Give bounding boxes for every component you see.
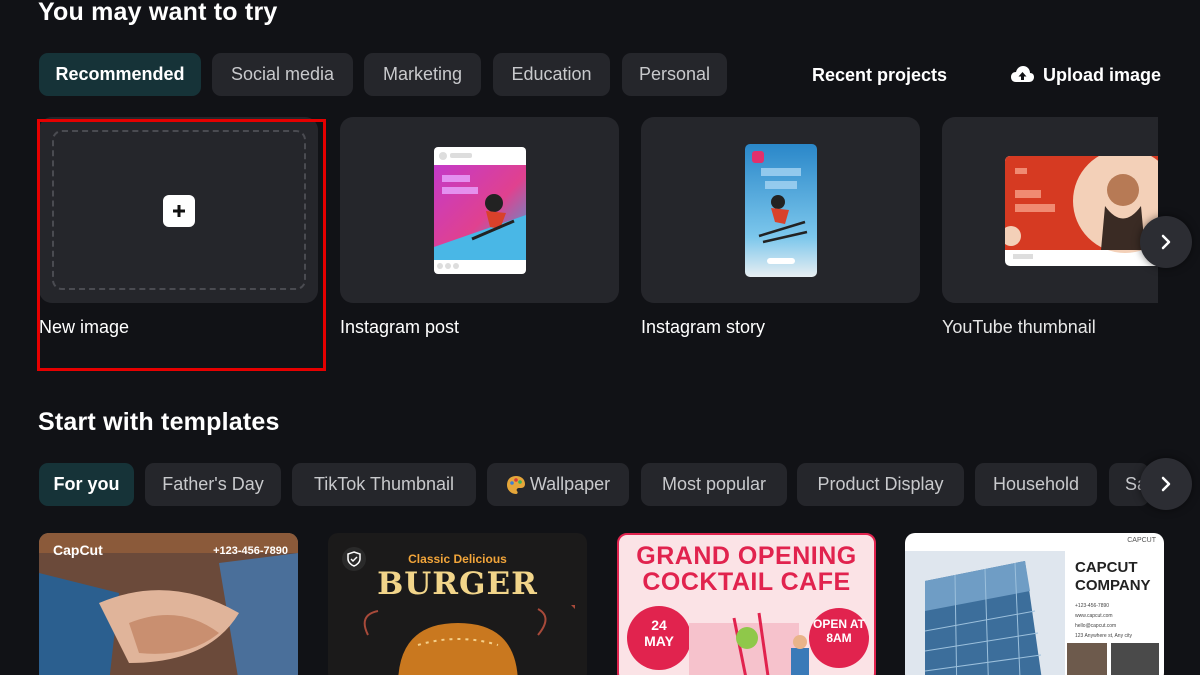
chevron-right-icon xyxy=(1159,233,1173,251)
section-title-try: You may want to try xyxy=(38,0,278,26)
company-info-line: hello@capcut.com xyxy=(1075,623,1117,629)
upload-image-button[interactable]: Upload image xyxy=(1010,60,1161,90)
card-label-youtube-thumbnail: YouTube thumbnail xyxy=(942,317,1096,337)
company-info-line: 123 Anywhere st, Any city xyxy=(1075,633,1132,639)
cafe-line2: COCKTAIL CAFE xyxy=(642,568,851,596)
template-card-burger[interactable]: Classic Delicious BURGER xyxy=(328,533,587,675)
instagram-post-card[interactable] xyxy=(340,117,619,303)
recent-projects-link[interactable]: Recent projects xyxy=(812,60,947,90)
tab-marketing[interactable]: Marketing xyxy=(364,53,481,96)
office-building-photo xyxy=(905,551,1065,675)
burger-subtitle: Classic Delicious xyxy=(408,552,507,566)
tab-social-media[interactable]: Social media xyxy=(212,53,353,96)
tab-recommended[interactable]: Recommended xyxy=(39,53,201,96)
template-tabs-next-button[interactable] xyxy=(1140,458,1192,510)
template-card-capcut-team[interactable]: CapCut +123-456-7890 xyxy=(39,533,298,675)
template-tab-for-you[interactable]: For you xyxy=(39,463,134,506)
template-card-cocktail-cafe[interactable]: GRAND OPENING COCKTAIL CAFE 24 MAY OPEN … xyxy=(617,533,876,675)
template-tab-tiktok-thumbnail[interactable]: TikTok Thumbnail xyxy=(292,463,476,506)
company-info: +123-456-7890 www.capcut.com hello@capcu… xyxy=(1075,601,1132,641)
company-thumb-photo xyxy=(1067,643,1107,675)
carousel-next-button[interactable] xyxy=(1140,216,1192,268)
capcut-logo-text: CapCut xyxy=(53,542,103,558)
instagram-story-card[interactable] xyxy=(641,117,920,303)
highlight-box xyxy=(37,119,326,371)
company-info-line: +123-456-7890 xyxy=(1075,603,1110,609)
template-tab-fathers-day[interactable]: Father's Day xyxy=(145,463,281,506)
card-label-instagram-story: Instagram story xyxy=(641,317,766,337)
template-card-capcut-company[interactable]: CAPCUT CAPCUT COMPANY +123-456-7890 www.… xyxy=(905,533,1164,675)
company-info-line: www.capcut.com xyxy=(1075,613,1113,619)
template-tab-product-display[interactable]: Product Display xyxy=(797,463,964,506)
palette-icon xyxy=(506,475,526,495)
tab-education[interactable]: Education xyxy=(493,53,610,96)
recent-projects-label: Recent projects xyxy=(812,64,948,85)
instagram-story-preview xyxy=(745,144,817,277)
burger-title: BURGER xyxy=(377,566,538,602)
company-thumb-photo xyxy=(1111,643,1159,675)
template-tab-household[interactable]: Household xyxy=(975,463,1097,506)
instagram-post-preview xyxy=(434,147,526,274)
upload-image-label: Upload image xyxy=(1043,64,1162,85)
template-tab-wallpaper-label: Wallpaper xyxy=(529,474,611,494)
section-title-templates: Start with templates xyxy=(38,408,280,436)
template-tab-most-popular[interactable]: Most popular xyxy=(641,463,787,506)
tab-personal[interactable]: Personal xyxy=(622,53,727,96)
burger-illustration xyxy=(363,605,575,675)
company-name-line1: CAPCUT xyxy=(1075,559,1138,576)
company-tag: CAPCUT xyxy=(1127,537,1156,544)
cafe-line1: GRAND OPENING xyxy=(636,542,857,570)
capcut-phone-text: +123-456-7890 xyxy=(213,545,288,557)
cloud-upload-icon xyxy=(1010,65,1035,85)
cafe-open-badge: OPEN AT 8AM xyxy=(813,617,866,645)
youtube-thumbnail-card[interactable] xyxy=(942,117,1158,303)
youtube-thumbnail-preview xyxy=(1005,156,1158,266)
template-tab-wallpaper[interactable]: Wallpaper xyxy=(487,463,629,506)
card-label-instagram-post: Instagram post xyxy=(340,317,460,337)
company-name-line2: COMPANY xyxy=(1075,577,1151,594)
cafe-date: 24 MAY xyxy=(644,617,674,649)
chevron-right-icon xyxy=(1159,475,1173,493)
